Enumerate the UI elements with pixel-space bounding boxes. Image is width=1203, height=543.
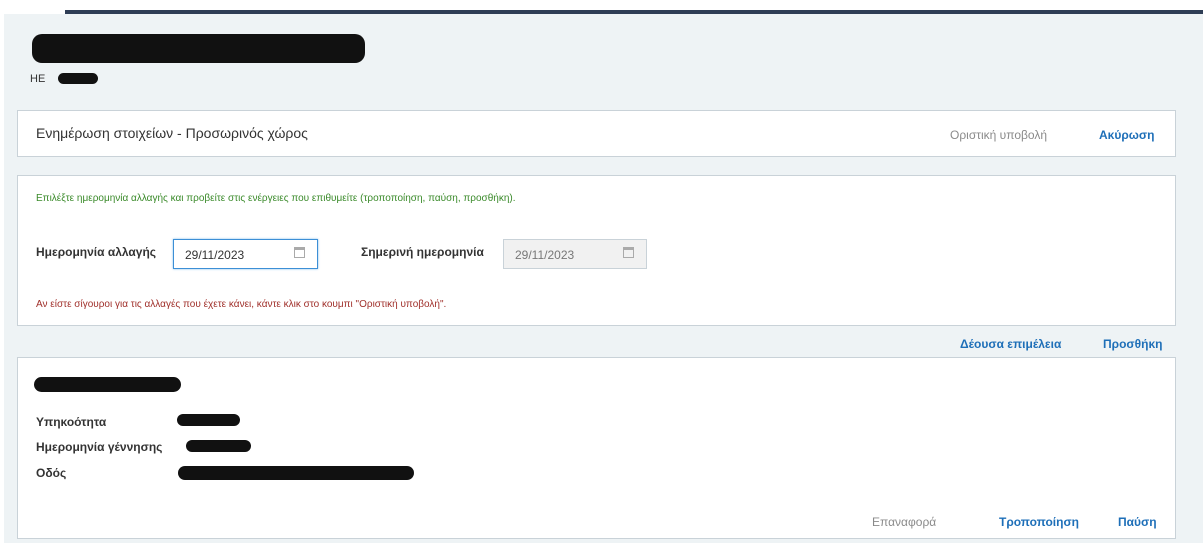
add-link[interactable]: Προσθήκη bbox=[1103, 337, 1162, 351]
toolbar-panel: Ενημέρωση στοιχείων - Προσωρινός χώρος Ο… bbox=[17, 110, 1176, 157]
redacted-record-name bbox=[34, 377, 181, 392]
calendar-icon bbox=[623, 247, 634, 258]
header-subtitle: HE bbox=[30, 73, 46, 85]
today-date-label: Σημερινή ημερομηνία bbox=[361, 245, 484, 259]
submit-warning: Αν είστε σίγουροι για τις αλλαγές που έχ… bbox=[36, 299, 447, 310]
page-title: Ενημέρωση στοιχείων - Προσωρινός χώρος bbox=[36, 125, 308, 141]
modify-button[interactable]: Τροποποίηση bbox=[999, 515, 1079, 529]
calendar-icon[interactable] bbox=[294, 247, 305, 258]
today-date-input: 29/11/2023 bbox=[503, 239, 647, 269]
street-label: Οδός bbox=[36, 466, 67, 480]
redacted-nationality bbox=[177, 414, 240, 426]
due-diligence-link[interactable]: Δέουσα επιμέλεια bbox=[960, 337, 1061, 351]
restore-button[interactable]: Επαναφορά bbox=[872, 515, 936, 529]
final-submit-button[interactable]: Οριστική υποβολή bbox=[950, 128, 1047, 142]
redacted-birthdate bbox=[186, 440, 251, 452]
redacted-street bbox=[178, 466, 414, 480]
redacted-subtitle bbox=[58, 73, 98, 84]
nationality-label: Υπηκοότητα bbox=[36, 415, 107, 429]
dates-panel: Επιλέξτε ημερομηνία αλλαγής και προβείτε… bbox=[17, 175, 1176, 326]
instructions-hint: Επιλέξτε ημερομηνία αλλαγής και προβείτε… bbox=[36, 193, 516, 204]
pause-button[interactable]: Παύση bbox=[1118, 515, 1157, 529]
today-date-value: 29/11/2023 bbox=[515, 248, 575, 262]
birthdate-label: Ημερομηνία γέννησης bbox=[36, 440, 163, 454]
cancel-button[interactable]: Ακύρωση bbox=[1099, 128, 1154, 142]
change-date-input[interactable]: 29/11/2023 bbox=[173, 239, 318, 269]
change-date-value: 29/11/2023 bbox=[185, 248, 245, 262]
change-date-label: Ημερομηνία αλλαγής bbox=[36, 245, 157, 259]
redacted-name bbox=[32, 34, 365, 63]
